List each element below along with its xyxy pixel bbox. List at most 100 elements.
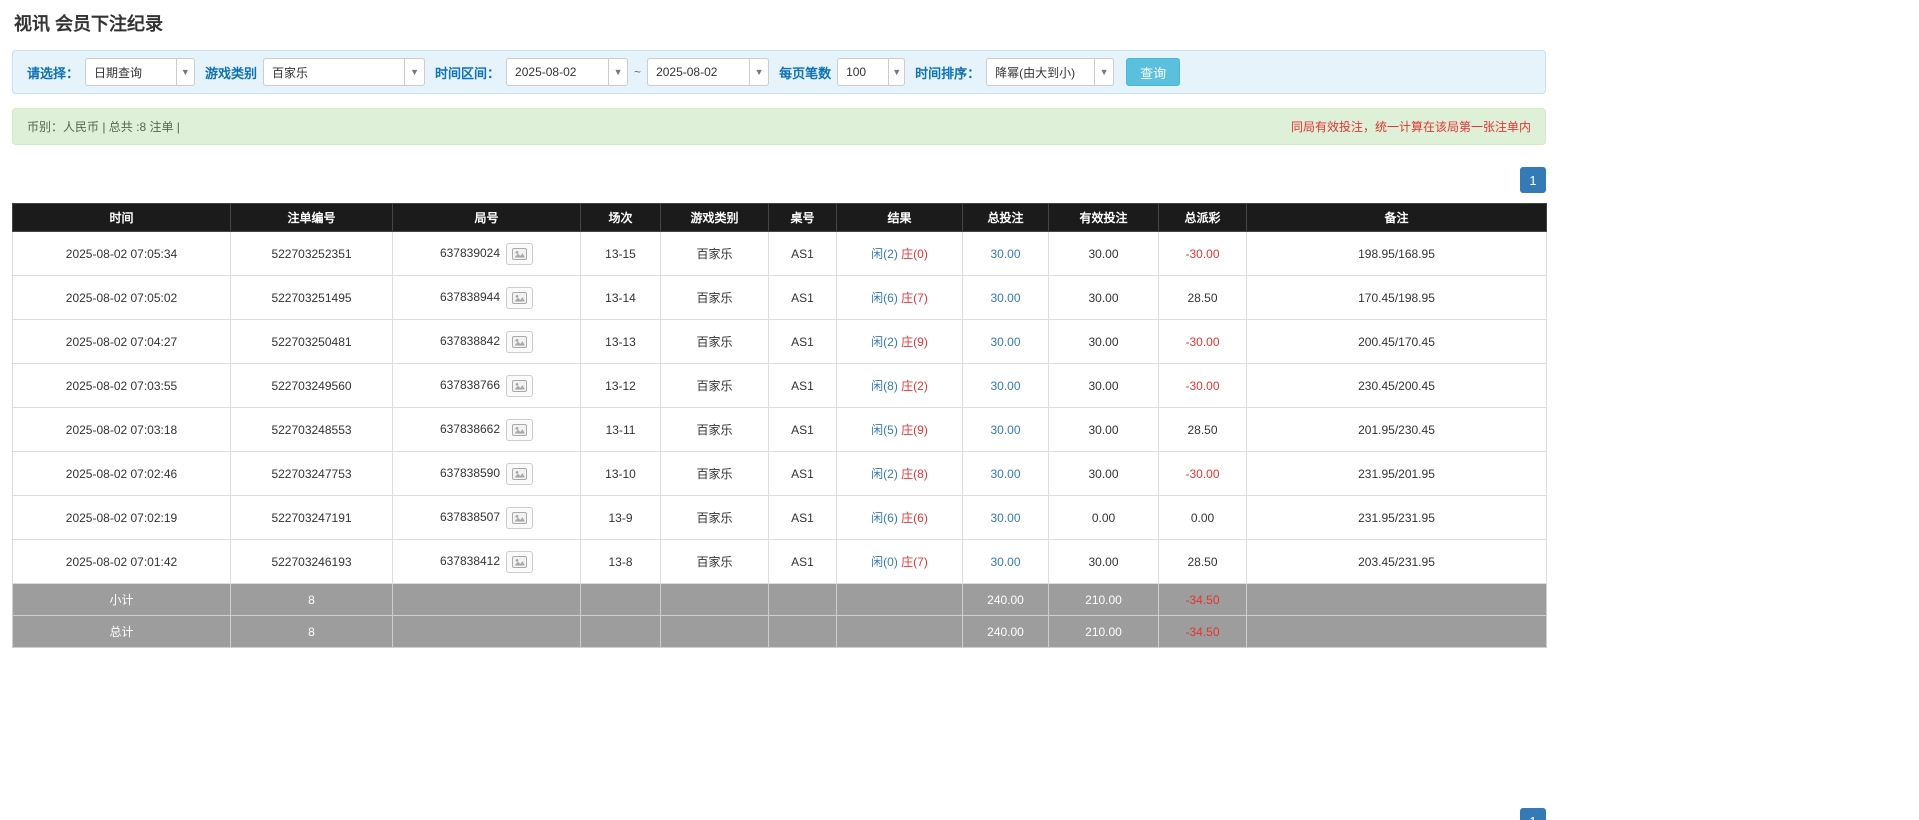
cell-payout: 28.50 [1158,275,1247,320]
cell-payout: -30.00 [1158,451,1247,496]
cell-game-type: 百家乐 [660,319,769,364]
header-row: 时间 注单编号 局号 场次 游戏类别 桌号 结果 总投注 有效投注 总派彩 备注 [12,203,1547,232]
page-1-button[interactable]: 1 [1520,808,1546,820]
cell-session: 13-13 [580,319,661,364]
round-media-button[interactable] [506,330,534,353]
header-bet-id: 注单编号 [230,203,393,232]
cell-session: 13-11 [580,407,661,452]
cell-time: 2025-08-02 07:02:46 [12,451,231,496]
cell-total-bet: 30.00 [962,407,1049,452]
cell-time: 2025-08-02 07:01:42 [12,539,231,584]
round-media-button[interactable] [506,418,534,441]
filter-game-label: 游戏类别 [205,65,258,81]
cell-result: 闲(8) 庄(2) [836,363,963,408]
game-type-select: ▼ [263,58,426,86]
date-to-input[interactable] [647,58,750,86]
result-player: 闲(2) [871,247,898,261]
cell-time: 2025-08-02 07:03:18 [12,407,231,452]
cell-empty [660,583,769,616]
date-to-picker: ▼ [647,58,770,86]
cell-result: 闲(0) 庄(7) [836,539,963,584]
table-row: 2025-08-02 07:03:55 522703249560 6378387… [12,363,1547,408]
cell-table-no: AS1 [768,407,837,452]
result-player: 闲(8) [871,379,898,393]
date-from-input[interactable] [506,58,609,86]
cell-result: 闲(6) 庄(6) [836,495,963,540]
cell-game-type: 百家乐 [660,275,769,320]
chevron-down-icon[interactable]: ▼ [1094,58,1115,86]
total-bet-link[interactable]: 30.00 [990,555,1020,569]
film-icon [512,511,528,524]
round-media-button[interactable] [506,506,534,529]
round-media-button[interactable] [506,286,534,309]
cell-bet-id: 522703247191 [230,495,393,540]
cell-valid-bet: 30.00 [1048,407,1159,452]
cell-game-type: 百家乐 [660,363,769,408]
result-banker: 庄(9) [901,423,928,437]
total-bet-link[interactable]: 30.00 [990,423,1020,437]
cell-total-bet: 30.00 [962,319,1049,364]
header-valid-bet: 有效投注 [1048,203,1159,232]
cell-time: 2025-08-02 07:05:02 [12,275,231,320]
currency-summary-text: 币别：人民币 | 总共 :8 注单 | [27,120,180,134]
total-count: 8 [230,615,393,648]
total-bet-link[interactable]: 30.00 [990,467,1020,481]
cell-session: 13-15 [580,231,661,276]
header-table-no: 桌号 [768,203,837,232]
header-session: 场次 [580,203,661,232]
cell-valid-bet: 30.00 [1048,275,1159,320]
round-id-text: 637838842 [439,333,501,348]
result-player: 闲(0) [871,555,898,569]
cell-round-id: 637838590 [392,451,581,496]
cell-table-no: AS1 [768,275,837,320]
round-id-text: 637838412 [439,553,501,568]
film-icon [512,379,528,392]
chevron-down-icon[interactable]: ▼ [608,58,629,86]
total-bet-link[interactable]: 30.00 [990,335,1020,349]
chevron-down-icon[interactable]: ▼ [888,58,906,86]
range-separator: ~ [634,65,642,79]
cell-empty [836,583,963,616]
total-bet-link[interactable]: 30.00 [990,291,1020,305]
round-id-text: 637838507 [439,509,501,524]
film-icon [512,247,528,260]
film-icon [512,335,528,348]
game-type-input[interactable] [263,58,405,86]
chevron-down-icon[interactable]: ▼ [175,58,196,86]
cell-result: 闲(2) 庄(8) [836,451,963,496]
cell-bet-id: 522703248553 [230,407,393,452]
header-round-id: 局号 [392,203,581,232]
cell-note: 231.95/201.95 [1246,451,1547,496]
round-media-button[interactable] [506,462,534,485]
chevron-down-icon[interactable]: ▼ [749,58,770,86]
total-bet-link[interactable]: 30.00 [990,379,1020,393]
cell-bet-id: 522703251495 [230,275,393,320]
cell-valid-bet: 30.00 [1048,363,1159,408]
result-player: 闲(2) [871,335,898,349]
cell-session: 13-8 [580,539,661,584]
total-bet-link[interactable]: 30.00 [990,247,1020,261]
chevron-down-icon[interactable]: ▼ [404,58,426,86]
per-page-input[interactable] [837,58,889,86]
cell-result: 闲(2) 庄(9) [836,319,963,364]
round-media-button[interactable] [506,550,534,573]
query-type-input[interactable] [85,58,176,86]
query-button[interactable]: 查询 [1126,58,1181,86]
cell-result: 闲(2) 庄(0) [836,231,963,276]
cell-bet-id: 522703247753 [230,451,393,496]
subtotal-count: 8 [230,583,393,616]
result-player: 闲(6) [871,291,898,305]
cell-total-bet: 30.00 [962,451,1049,496]
result-banker: 庄(8) [901,467,928,481]
table-row: 2025-08-02 07:01:42 522703246193 6378384… [12,539,1547,584]
round-media-button[interactable] [506,374,534,397]
page-1-button[interactable]: 1 [1520,167,1546,193]
time-sort-input[interactable] [986,58,1095,86]
round-media-button[interactable] [506,242,534,265]
header-payout: 总派彩 [1158,203,1247,232]
cell-note: 198.95/168.95 [1246,231,1547,276]
filter-sort-label: 时间排序： [915,65,981,81]
total-bet-link[interactable]: 30.00 [990,511,1020,525]
result-banker: 庄(7) [901,555,928,569]
page-title: 视讯 会员下注纪录 [14,14,164,34]
